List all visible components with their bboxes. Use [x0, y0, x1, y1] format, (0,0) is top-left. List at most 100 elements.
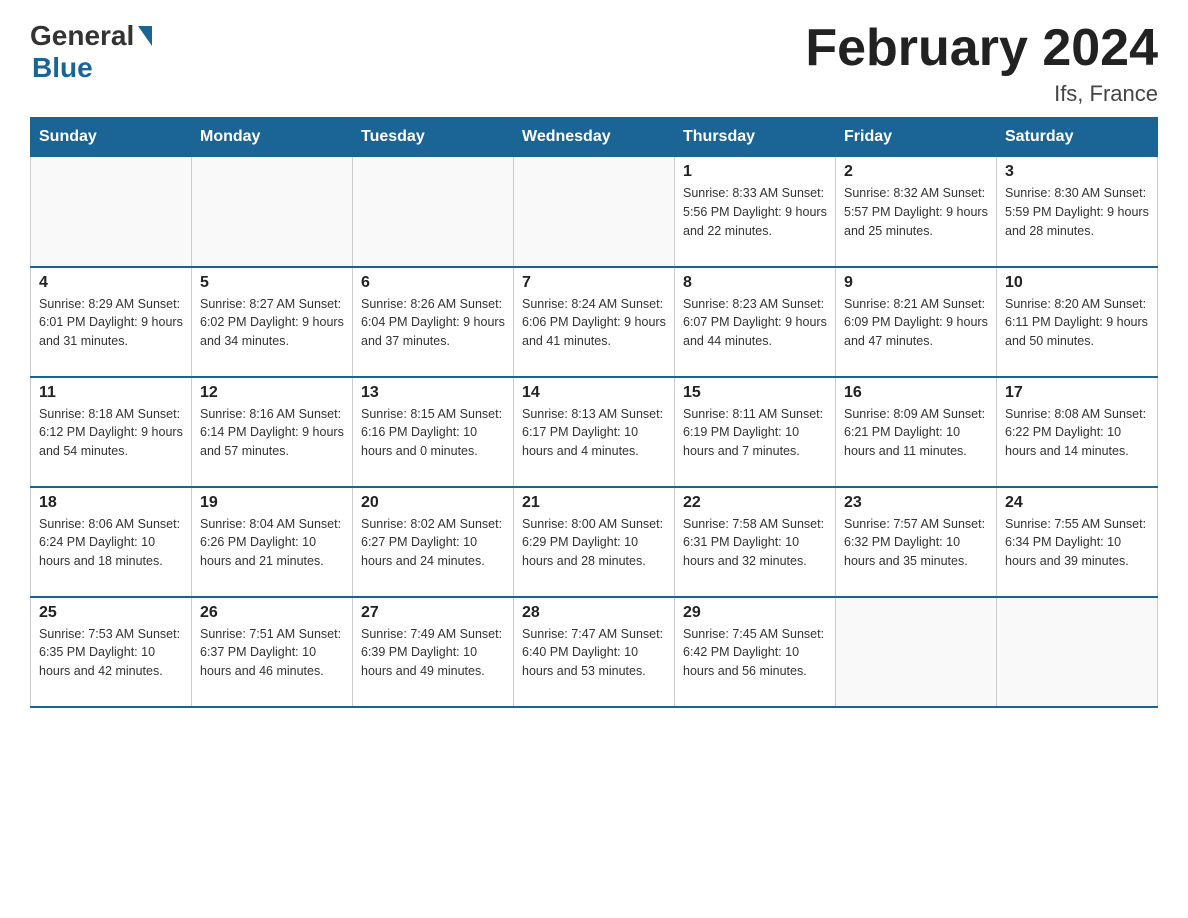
day-number: 4	[39, 274, 183, 292]
calendar-cell: 4 Sunrise: 8:29 AM Sunset: 6:01 PM Daylig…	[31, 267, 192, 377]
calendar-cell: 9 Sunrise: 8:21 AM Sunset: 6:09 PM Daylig…	[836, 267, 997, 377]
day-info: Sunrise: 8:11 AM Sunset: 6:19 PM Dayligh…	[683, 405, 827, 461]
calendar-cell: 6 Sunrise: 8:26 AM Sunset: 6:04 PM Daylig…	[353, 267, 514, 377]
calendar-cell: 3Sunrise: 8:30 AM Sunset: 5:59 PM Daylig…	[997, 157, 1158, 267]
day-info: Sunrise: 8:29 AM Sunset: 6:01 PM Dayligh…	[39, 295, 183, 351]
day-info: Sunrise: 7:58 AM Sunset: 6:31 PM Dayligh…	[683, 515, 827, 571]
day-info: Sunrise: 8:18 AM Sunset: 6:12 PM Dayligh…	[39, 405, 183, 461]
day-info: Sunrise: 8:33 AM Sunset: 5:56 PM Dayligh…	[683, 184, 827, 240]
day-number: 6	[361, 274, 505, 292]
day-number: 5	[200, 274, 344, 292]
day-info: Sunrise: 7:45 AM Sunset: 6:42 PM Dayligh…	[683, 625, 827, 681]
day-info: Sunrise: 8:20 AM Sunset: 6:11 PM Dayligh…	[1005, 295, 1149, 351]
calendar-cell: 27 Sunrise: 7:49 AM Sunset: 6:39 PM Dayli…	[353, 597, 514, 707]
calendar-week-row: 25 Sunrise: 7:53 AM Sunset: 6:35 PM Dayli…	[31, 597, 1158, 707]
calendar-week-row: 1 Sunrise: 8:33 AM Sunset: 5:56 PM Daylig…	[31, 157, 1158, 267]
day-number: 22	[683, 494, 827, 512]
logo: General Blue	[30, 20, 152, 84]
calendar-cell: 29Sunrise: 7:45 AM Sunset: 6:42 PM Dayli…	[675, 597, 836, 707]
calendar-cell	[514, 157, 675, 267]
day-number: 15	[683, 384, 827, 402]
weekday-header-thursday: Thursday	[675, 118, 836, 157]
day-number: 25	[39, 604, 183, 622]
day-info: Sunrise: 8:00 AM Sunset: 6:29 PM Dayligh…	[522, 515, 666, 571]
calendar-cell: 5 Sunrise: 8:27 AM Sunset: 6:02 PM Daylig…	[192, 267, 353, 377]
weekday-header-friday: Friday	[836, 118, 997, 157]
day-info: Sunrise: 7:53 AM Sunset: 6:35 PM Dayligh…	[39, 625, 183, 681]
day-info: Sunrise: 8:21 AM Sunset: 6:09 PM Dayligh…	[844, 295, 988, 351]
calendar-cell: 16Sunrise: 8:09 AM Sunset: 6:21 PM Dayli…	[836, 377, 997, 487]
day-number: 17	[1005, 384, 1149, 402]
day-info: Sunrise: 8:06 AM Sunset: 6:24 PM Dayligh…	[39, 515, 183, 571]
calendar-cell: 22 Sunrise: 7:58 AM Sunset: 6:31 PM Dayli…	[675, 487, 836, 597]
logo-blue-text: Blue	[32, 52, 93, 84]
day-number: 20	[361, 494, 505, 512]
calendar-cell: 2 Sunrise: 8:32 AM Sunset: 5:57 PM Daylig…	[836, 157, 997, 267]
weekday-header-tuesday: Tuesday	[353, 118, 514, 157]
day-number: 14	[522, 384, 666, 402]
calendar-cell: 8 Sunrise: 8:23 AM Sunset: 6:07 PM Daylig…	[675, 267, 836, 377]
day-info: Sunrise: 8:13 AM Sunset: 6:17 PM Dayligh…	[522, 405, 666, 461]
calendar-title: February 2024	[805, 20, 1158, 77]
calendar-cell: 14 Sunrise: 8:13 AM Sunset: 6:17 PM Dayli…	[514, 377, 675, 487]
day-number: 26	[200, 604, 344, 622]
day-number: 23	[844, 494, 988, 512]
logo-triangle-icon	[138, 26, 152, 46]
title-block: February 2024 Ifs, France	[805, 20, 1158, 107]
day-info: Sunrise: 8:24 AM Sunset: 6:06 PM Dayligh…	[522, 295, 666, 351]
day-number: 24	[1005, 494, 1149, 512]
calendar-cell: 18 Sunrise: 8:06 AM Sunset: 6:24 PM Dayli…	[31, 487, 192, 597]
calendar-cell: 11Sunrise: 8:18 AM Sunset: 6:12 PM Dayli…	[31, 377, 192, 487]
calendar-cell: 23 Sunrise: 7:57 AM Sunset: 6:32 PM Dayli…	[836, 487, 997, 597]
day-number: 9	[844, 274, 988, 292]
calendar-cell: 26Sunrise: 7:51 AM Sunset: 6:37 PM Dayli…	[192, 597, 353, 707]
calendar-cell: 15 Sunrise: 8:11 AM Sunset: 6:19 PM Dayli…	[675, 377, 836, 487]
calendar-cell: 19 Sunrise: 8:04 AM Sunset: 6:26 PM Dayli…	[192, 487, 353, 597]
day-info: Sunrise: 8:02 AM Sunset: 6:27 PM Dayligh…	[361, 515, 505, 571]
day-info: Sunrise: 8:08 AM Sunset: 6:22 PM Dayligh…	[1005, 405, 1149, 461]
day-number: 21	[522, 494, 666, 512]
logo-general-text: General	[30, 20, 134, 52]
day-number: 7	[522, 274, 666, 292]
calendar-table: SundayMondayTuesdayWednesdayThursdayFrid…	[30, 117, 1158, 708]
day-info: Sunrise: 8:23 AM Sunset: 6:07 PM Dayligh…	[683, 295, 827, 351]
calendar-week-row: 18 Sunrise: 8:06 AM Sunset: 6:24 PM Dayli…	[31, 487, 1158, 597]
calendar-cell: 25 Sunrise: 7:53 AM Sunset: 6:35 PM Dayli…	[31, 597, 192, 707]
day-number: 27	[361, 604, 505, 622]
calendar-header: SundayMondayTuesdayWednesdayThursdayFrid…	[31, 118, 1158, 157]
weekday-header-saturday: Saturday	[997, 118, 1158, 157]
calendar-cell	[836, 597, 997, 707]
day-info: Sunrise: 8:32 AM Sunset: 5:57 PM Dayligh…	[844, 184, 988, 240]
calendar-cell: 13Sunrise: 8:15 AM Sunset: 6:16 PM Dayli…	[353, 377, 514, 487]
day-info: Sunrise: 8:26 AM Sunset: 6:04 PM Dayligh…	[361, 295, 505, 351]
calendar-cell: 28Sunrise: 7:47 AM Sunset: 6:40 PM Dayli…	[514, 597, 675, 707]
day-number: 3	[1005, 163, 1149, 181]
calendar-subtitle: Ifs, France	[805, 81, 1158, 107]
day-number: 16	[844, 384, 988, 402]
calendar-cell: 1 Sunrise: 8:33 AM Sunset: 5:56 PM Daylig…	[675, 157, 836, 267]
day-info: Sunrise: 7:57 AM Sunset: 6:32 PM Dayligh…	[844, 515, 988, 571]
day-number: 18	[39, 494, 183, 512]
calendar-cell: 21 Sunrise: 8:00 AM Sunset: 6:29 PM Dayli…	[514, 487, 675, 597]
day-info: Sunrise: 8:04 AM Sunset: 6:26 PM Dayligh…	[200, 515, 344, 571]
day-number: 19	[200, 494, 344, 512]
day-info: Sunrise: 7:49 AM Sunset: 6:39 PM Dayligh…	[361, 625, 505, 681]
day-info: Sunrise: 8:27 AM Sunset: 6:02 PM Dayligh…	[200, 295, 344, 351]
calendar-cell	[31, 157, 192, 267]
calendar-cell: 17 Sunrise: 8:08 AM Sunset: 6:22 PM Dayli…	[997, 377, 1158, 487]
day-info: Sunrise: 7:47 AM Sunset: 6:40 PM Dayligh…	[522, 625, 666, 681]
day-number: 12	[200, 384, 344, 402]
day-number: 2	[844, 163, 988, 181]
day-number: 1	[683, 163, 827, 181]
calendar-body: 1 Sunrise: 8:33 AM Sunset: 5:56 PM Daylig…	[31, 157, 1158, 707]
calendar-week-row: 4 Sunrise: 8:29 AM Sunset: 6:01 PM Daylig…	[31, 267, 1158, 377]
calendar-cell	[192, 157, 353, 267]
calendar-cell: 24 Sunrise: 7:55 AM Sunset: 6:34 PM Dayli…	[997, 487, 1158, 597]
day-info: Sunrise: 7:55 AM Sunset: 6:34 PM Dayligh…	[1005, 515, 1149, 571]
day-number: 8	[683, 274, 827, 292]
calendar-week-row: 11Sunrise: 8:18 AM Sunset: 6:12 PM Dayli…	[31, 377, 1158, 487]
weekday-header-row: SundayMondayTuesdayWednesdayThursdayFrid…	[31, 118, 1158, 157]
calendar-cell	[997, 597, 1158, 707]
calendar-cell: 10Sunrise: 8:20 AM Sunset: 6:11 PM Dayli…	[997, 267, 1158, 377]
calendar-cell: 12Sunrise: 8:16 AM Sunset: 6:14 PM Dayli…	[192, 377, 353, 487]
